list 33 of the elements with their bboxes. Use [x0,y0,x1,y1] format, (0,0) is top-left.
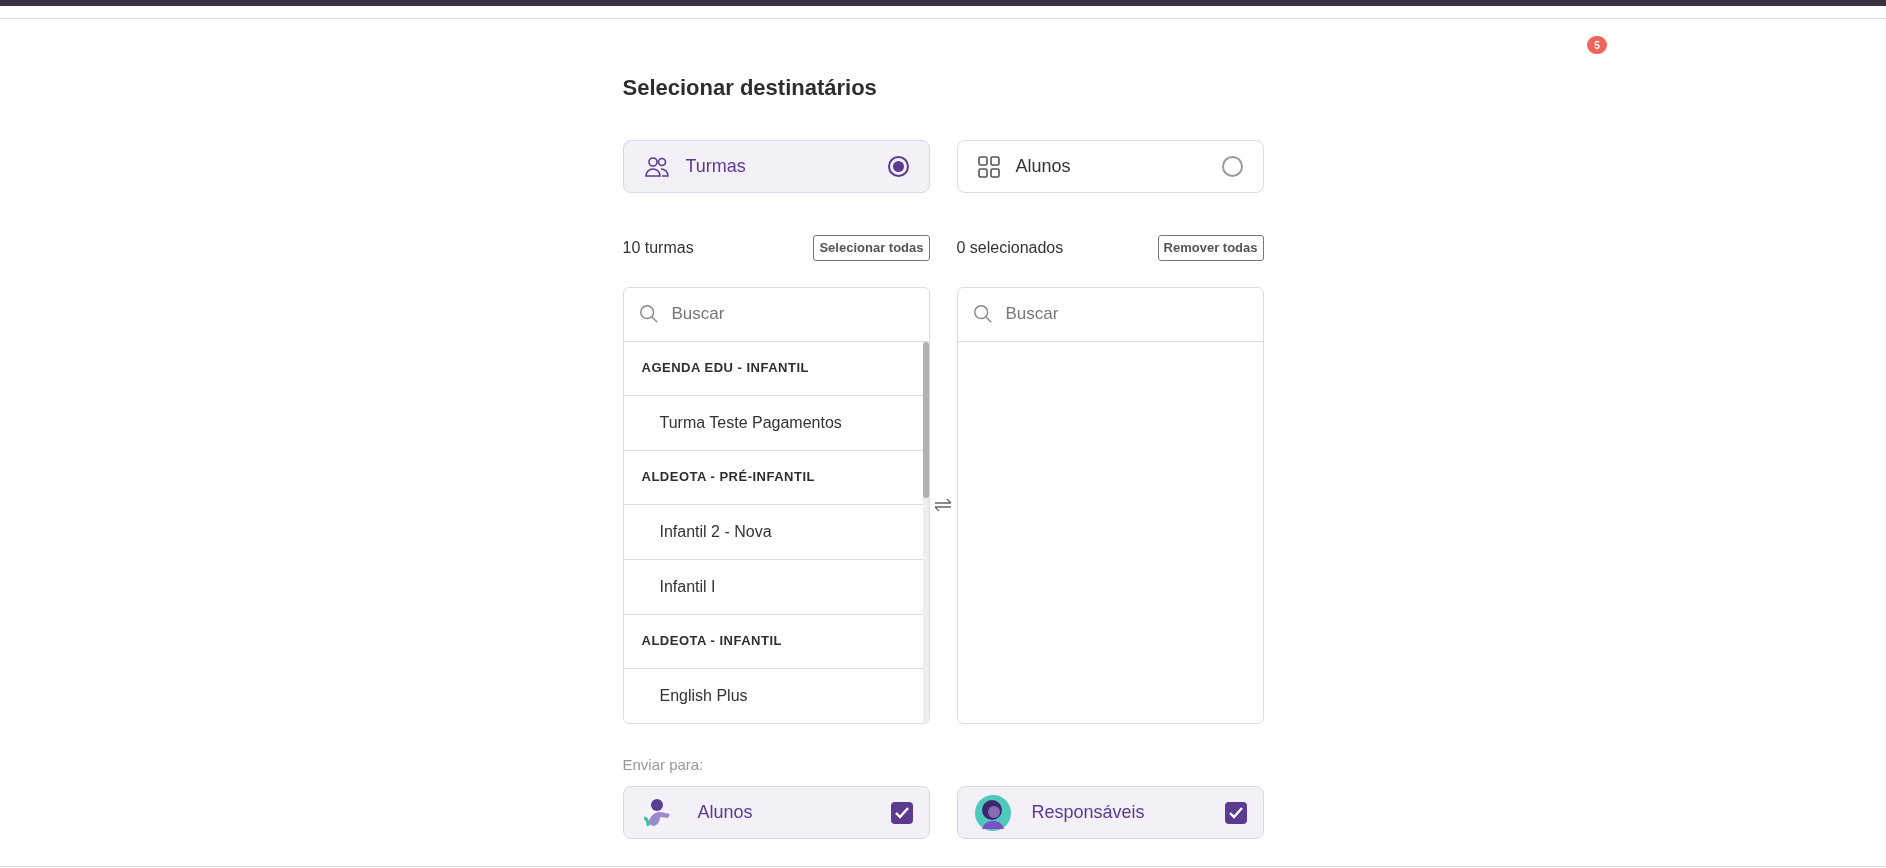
swap-arrows-icon [933,498,953,512]
search-icon [637,303,660,325]
group-header: ALDEOTA - PRÉ-INFANTIL [623,450,923,505]
group-header: ALDEOTA - INFANTIL [623,614,923,669]
checkmark-icon [1228,806,1243,819]
class-list-item[interactable]: Turma Teste Pagamentos [623,395,923,451]
search-icon [971,303,994,325]
grid-icon [977,155,1000,178]
class-list-item[interactable]: English Plus [623,668,923,723]
search-field[interactable]: Buscar [671,301,915,327]
checkbox[interactable] [890,801,913,824]
scrollbar-thumb[interactable] [922,341,929,498]
class-list-item[interactable]: Infantil I [623,559,923,615]
group-header: AGENDA EDU - INFANTIL [623,341,923,396]
radio-indicator [887,156,909,177]
mode-option[interactable]: Turmas [622,140,930,193]
bulk-action-button[interactable]: Remover todas [1157,235,1264,261]
bulk-action-button[interactable]: Selecionar todas [813,235,930,261]
send-to-label: Enviar para: [622,754,705,775]
page-title: Selecionar destinatários [622,75,878,101]
checkmark-icon [894,806,909,819]
notification-badge: 5 [1587,36,1607,54]
recipient-option[interactable]: Alunos [622,786,930,839]
checkbox[interactable] [1224,801,1247,824]
people-icon [643,155,670,178]
mode-option[interactable]: Alunos [956,140,1264,193]
count-label: 0 selecionados [956,237,1064,258]
radio-indicator [1221,156,1243,177]
class-list-item[interactable]: Infantil 2 - Nova [623,504,923,560]
search-field[interactable]: Buscar [1005,301,1249,327]
parent-avatar-icon [973,793,1012,832]
recipient-option[interactable]: Responsáveis [956,786,1264,839]
count-label: 10 turmas [622,237,694,258]
